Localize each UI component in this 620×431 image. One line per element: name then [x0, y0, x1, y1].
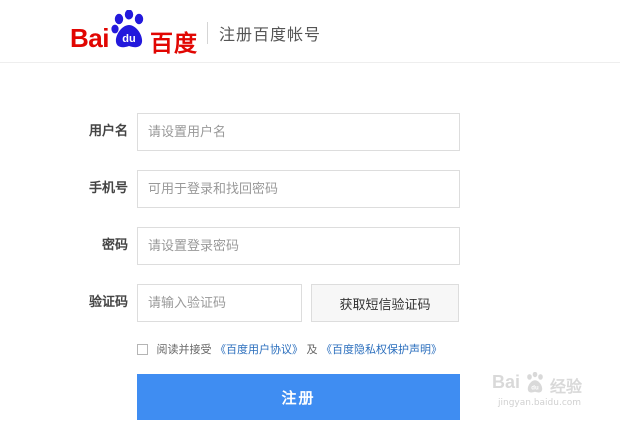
agreement-checkbox[interactable]	[137, 344, 148, 355]
logo-du-text: du	[122, 33, 135, 45]
paw-icon: du	[111, 10, 144, 48]
username-label: 用户名	[88, 124, 128, 139]
captcha-label: 验证码	[88, 295, 128, 310]
title-divider	[207, 22, 208, 44]
logo-chinese-text: 百度	[150, 31, 198, 57]
watermark-logo-text: Bai	[492, 372, 521, 392]
user-agreement-link[interactable]: 《百度用户协议》	[215, 343, 303, 356]
watermark-jingyan-text: 经验	[550, 377, 583, 396]
agreement-middle: 及	[306, 343, 318, 356]
phone-input[interactable]	[137, 170, 460, 208]
baidu-logo[interactable]: Bai du 百度	[70, 10, 200, 57]
phone-label: 手机号	[88, 181, 128, 196]
watermark-du-text: du	[531, 386, 539, 392]
password-row: 密码	[0, 227, 620, 265]
username-row: 用户名	[0, 113, 620, 151]
password-label: 密码	[101, 238, 128, 253]
phone-row: 手机号	[0, 170, 620, 208]
watermark-url: jingyan.baidu.com	[498, 398, 582, 408]
get-sms-code-button[interactable]: 获取短信验证码	[311, 284, 459, 322]
register-button[interactable]: 注册	[137, 374, 460, 420]
captcha-row: 验证码 获取短信验证码	[0, 284, 620, 322]
logo-bai-text: Bai	[70, 23, 109, 53]
agreement-prefix: 阅读并接受	[156, 343, 212, 356]
page-title: 注册百度帐号	[219, 25, 322, 44]
password-input[interactable]	[137, 227, 460, 265]
username-input[interactable]	[137, 113, 460, 151]
header: Bai du 百度 注册百度帐号	[0, 0, 620, 63]
privacy-statement-link[interactable]: 《百度隐私权保护声明》	[321, 343, 442, 356]
jingyan-watermark: Bai du 经验 jingyan.baidu.com	[492, 372, 602, 412]
agreement-row: 阅读并接受 《百度用户协议》 及 《百度隐私权保护声明》	[137, 341, 442, 359]
captcha-input[interactable]	[137, 284, 302, 322]
watermark-paw-icon: du	[527, 372, 543, 393]
